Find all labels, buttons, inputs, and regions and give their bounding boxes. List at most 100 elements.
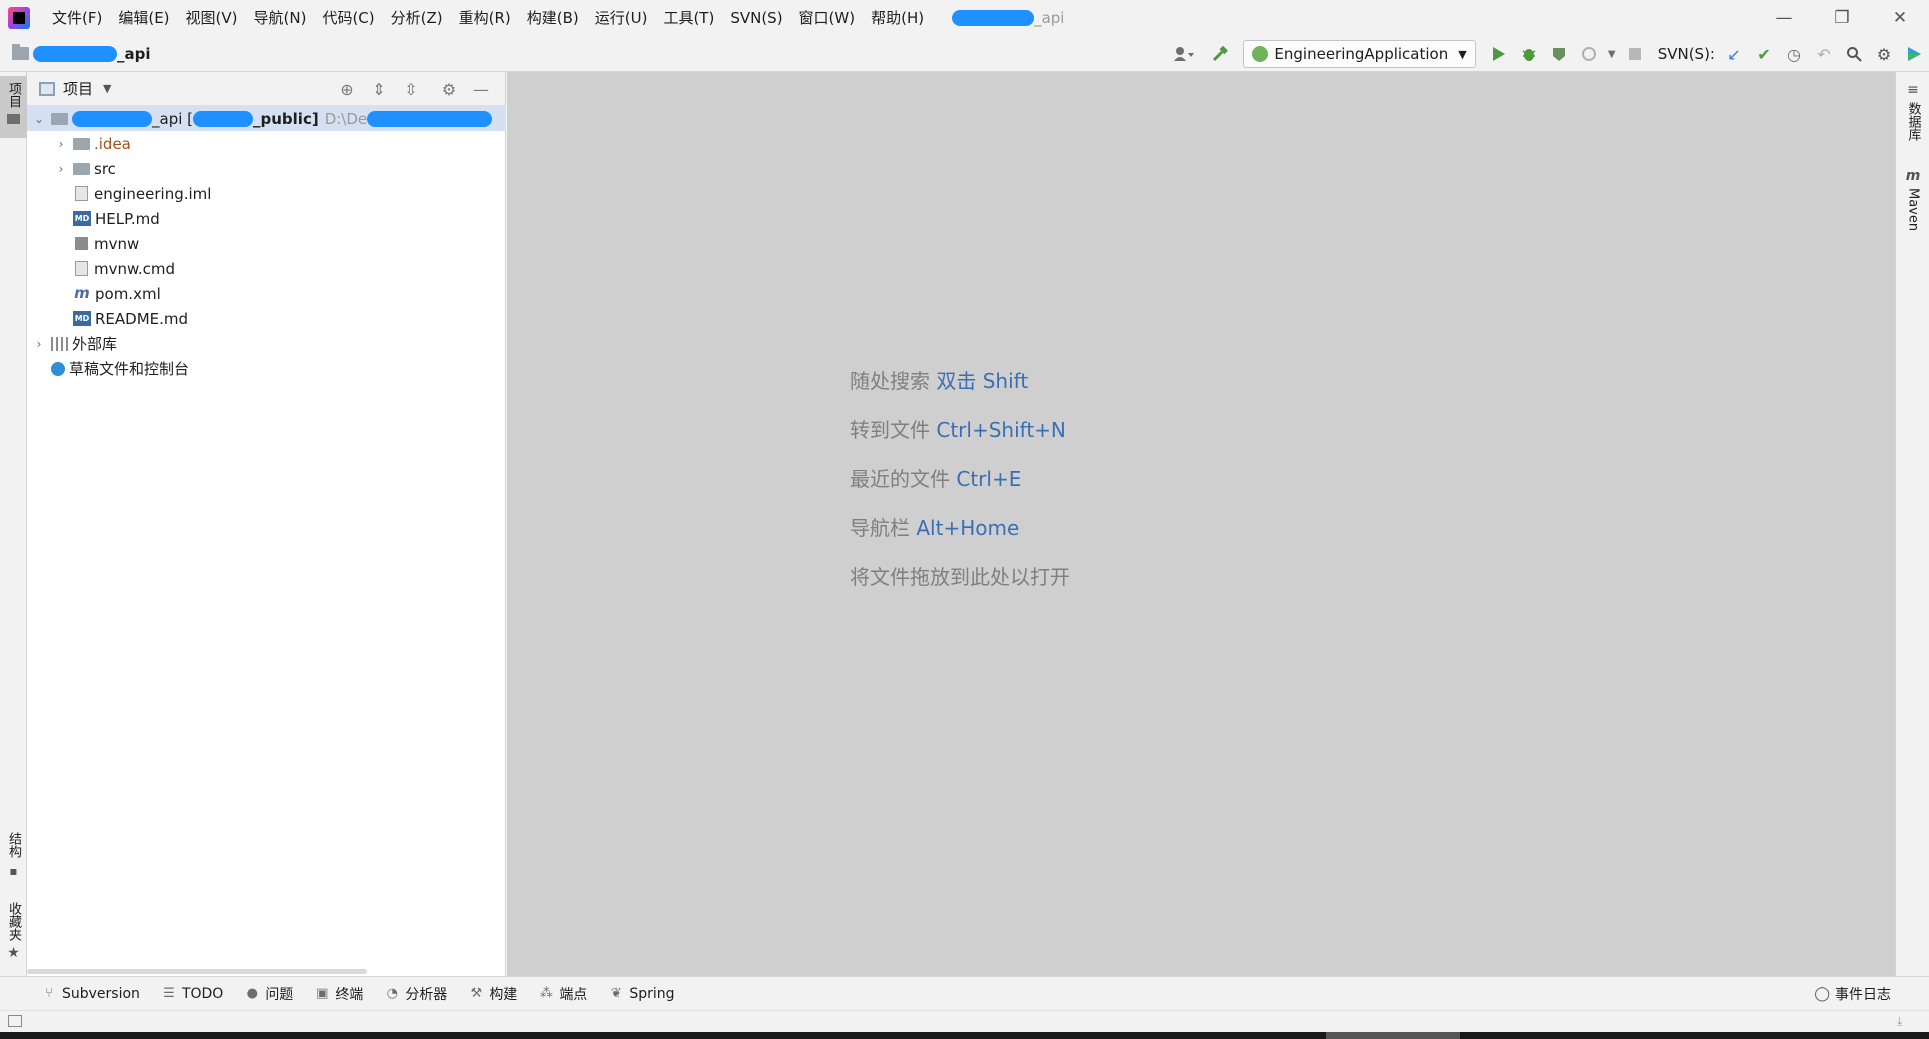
restore-button[interactable]: ❐: [1813, 0, 1871, 36]
tool-tab-endpoints[interactable]: ⁂ 端点: [539, 984, 588, 1004]
search-icon[interactable]: [1839, 39, 1869, 69]
chevron-right-icon[interactable]: ›: [31, 337, 47, 351]
spring-boot-icon: [1252, 46, 1269, 62]
menu-help[interactable]: 帮助(H): [863, 0, 932, 36]
collapse-all-icon[interactable]: ⇳: [395, 75, 427, 103]
project-view-icon: [39, 81, 55, 96]
locate-file-icon[interactable]: ⊕: [331, 75, 363, 103]
menu-run[interactable]: 运行(U): [587, 0, 656, 36]
menu-code[interactable]: 代码(C): [314, 0, 382, 36]
editor-empty-hints: 随处搜索 双击 Shift 转到文件 Ctrl+Shift+N 最近的文件 Ct…: [850, 365, 1070, 610]
tool-tab-build[interactable]: ⚒ 构建: [469, 984, 517, 1004]
coverage-icon[interactable]: [1544, 39, 1574, 69]
chevron-down-icon[interactable]: ▼: [1604, 39, 1620, 69]
build-hammer-icon[interactable]: [1205, 39, 1235, 69]
tool-tab-terminal[interactable]: ▣ 终端: [315, 984, 363, 1004]
folder-icon: [12, 44, 29, 60]
chevron-down-icon[interactable]: ▼: [103, 82, 111, 95]
hint-text: 随处搜索: [850, 369, 937, 393]
toggle-tool-windows-icon[interactable]: [8, 1015, 22, 1027]
tool-tab-favorites[interactable]: 收藏夹 ★: [0, 902, 27, 961]
menu-edit[interactable]: 编辑(E): [110, 0, 177, 36]
project-view-selector[interactable]: 项目: [63, 78, 93, 99]
bottom-tool-bar: ⑂ Subversion ☰ TODO ● 问题 ▣ 终端 ◔ 分析器 ⚒ 构建…: [0, 976, 1929, 1010]
library-icon: [51, 336, 68, 351]
hint-search-everywhere: 随处搜索 双击 Shift: [850, 365, 1070, 414]
stop-icon[interactable]: [1620, 39, 1650, 69]
gear-icon[interactable]: ⚙: [433, 75, 465, 103]
chevron-down-icon[interactable]: ⌄: [31, 112, 47, 126]
taskbar-highlight: [1326, 1032, 1460, 1039]
profiler-icon[interactable]: [1574, 39, 1604, 69]
markdown-file-icon: MD: [73, 311, 91, 326]
breadcrumb[interactable]: _api: [12, 44, 151, 63]
markdown-file-icon: MD: [73, 211, 91, 226]
run-icon[interactable]: [1484, 39, 1514, 69]
tree-item-external-libraries[interactable]: › 外部库: [27, 331, 506, 356]
chevron-down-icon: ▼: [1458, 47, 1467, 61]
tool-tab-spring[interactable]: ❦ Spring: [609, 985, 675, 1002]
run-configuration-selector[interactable]: EngineeringApplication ▼: [1243, 40, 1476, 68]
plugin-icon[interactable]: [1899, 39, 1929, 69]
branch-icon: ⑂: [45, 986, 53, 1001]
chevron-right-icon[interactable]: ›: [53, 162, 69, 176]
settings-gear-icon[interactable]: ⚙: [1869, 39, 1899, 69]
menu-tools[interactable]: 工具(T): [655, 0, 722, 36]
tree-item-mvnw[interactable]: mvnw: [27, 231, 506, 256]
tool-tab-database[interactable]: ≡ 数据库: [1896, 82, 1929, 141]
minimize-button[interactable]: —: [1755, 0, 1813, 36]
tree-item-scratches[interactable]: 草稿文件和控制台: [27, 356, 506, 381]
breadcrumb-project: _api: [117, 44, 151, 63]
hint-navigation-bar: 导航栏 Alt+Home: [850, 512, 1070, 561]
event-log-button[interactable]: ◯ 事件日志: [1814, 977, 1891, 1011]
window-title: _api: [952, 9, 1064, 27]
menu-file[interactable]: 文件(F): [44, 0, 110, 36]
tree-item-help-md[interactable]: MD HELP.md: [27, 206, 506, 231]
project-panel-actions: ⊕ ⇕ ⇳ ⚙ —: [331, 72, 497, 106]
hint-shortcut: Ctrl+E: [956, 467, 1022, 491]
svn-revert-icon[interactable]: ↶: [1809, 39, 1839, 69]
svn-update-icon[interactable]: ↙: [1719, 39, 1749, 69]
intellij-logo-icon: [8, 7, 30, 29]
menu-window[interactable]: 窗口(W): [791, 0, 864, 36]
tree-item-label: .idea: [94, 134, 131, 153]
hint-text: 将文件拖放到此处以打开: [850, 565, 1070, 589]
debug-icon[interactable]: [1514, 39, 1544, 69]
menu-analyze[interactable]: 分析(Z): [383, 0, 451, 36]
svn-commit-icon[interactable]: ✔: [1749, 39, 1779, 69]
hide-panel-icon[interactable]: —: [465, 75, 497, 103]
expand-all-icon[interactable]: ⇕: [363, 75, 395, 103]
project-panel-header: 项目 ▼ ⊕ ⇕ ⇳ ⚙ —: [27, 72, 505, 106]
module-folder-icon: [51, 112, 68, 125]
menu-refactor[interactable]: 重构(R): [451, 0, 519, 36]
hint-recent-files: 最近的文件 Ctrl+E: [850, 463, 1070, 512]
tool-tab-subversion[interactable]: ⑂ Subversion: [42, 986, 140, 1002]
vcs-user-icon[interactable]: [1169, 39, 1199, 69]
tool-tab-maven[interactable]: m Maven: [1896, 168, 1929, 231]
menu-svn[interactable]: SVN(S): [722, 0, 790, 36]
menu-build[interactable]: 构建(B): [519, 0, 587, 36]
folder-icon: [73, 162, 90, 175]
close-button[interactable]: ✕: [1871, 0, 1929, 36]
menu-view[interactable]: 视图(V): [178, 0, 246, 36]
tree-item-src[interactable]: › src: [27, 156, 506, 181]
tree-item-engineering-iml[interactable]: engineering.iml: [27, 181, 506, 206]
tool-tab-todo[interactable]: ☰ TODO: [162, 986, 223, 1002]
tree-item-pom-xml[interactable]: m pom.xml: [27, 281, 506, 306]
menu-navigate[interactable]: 导航(N): [246, 0, 315, 36]
svn-history-icon[interactable]: ◷: [1779, 39, 1809, 69]
chevron-right-icon[interactable]: ›: [53, 137, 69, 151]
tree-root-project[interactable]: ⌄ _api [ _public] D:\De: [27, 106, 506, 131]
horizontal-scrollbar[interactable]: [27, 969, 367, 974]
tool-tab-profiler[interactable]: ◔ 分析器: [385, 984, 448, 1004]
download-icon[interactable]: ⤓: [1897, 1014, 1911, 1028]
tree-item-readme-md[interactable]: MD README.md: [27, 306, 506, 331]
tool-tab-label: Spring: [629, 985, 675, 1002]
tree-item-mvnw-cmd[interactable]: mvnw.cmd: [27, 256, 506, 281]
tool-tab-project[interactable]: 项目: [0, 76, 27, 138]
right-tool-strip: ≡ 数据库 m Maven: [1895, 72, 1929, 976]
editor-area: 随处搜索 双击 Shift 转到文件 Ctrl+Shift+N 最近的文件 Ct…: [507, 72, 1895, 976]
tool-tab-structure[interactable]: 结构 ▪: [0, 832, 27, 878]
tree-item-idea[interactable]: › .idea: [27, 131, 506, 156]
tool-tab-problems[interactable]: ● 问题: [245, 984, 294, 1004]
